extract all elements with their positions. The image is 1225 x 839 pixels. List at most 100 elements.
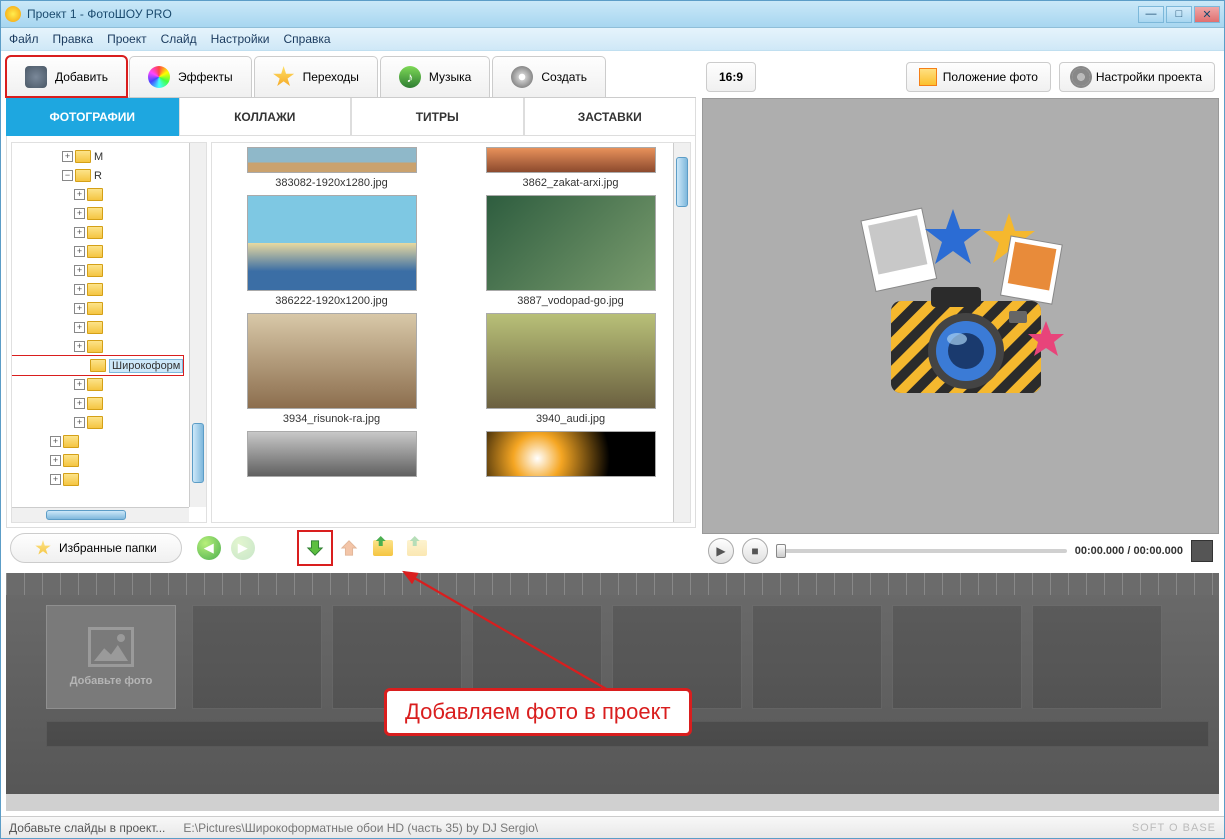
folder-down-icon <box>373 540 393 556</box>
folder-icon <box>63 454 79 467</box>
close-button[interactable]: ✕ <box>1194 6 1220 23</box>
tab-music-label: Музыка <box>429 70 471 84</box>
photo-position-button[interactable]: Положение фото <box>906 62 1051 92</box>
subtab-titles[interactable]: ТИТРЫ <box>351 98 524 136</box>
tree-expand-icon[interactable]: + <box>50 455 61 466</box>
folder-icon <box>90 359 106 372</box>
thumbnail-item[interactable]: 386222-1920x1200.jpg <box>216 195 447 307</box>
thumbnail-item[interactable] <box>216 431 447 477</box>
scrollbar-thumb[interactable] <box>192 423 204 483</box>
tree-expand-icon[interactable]: + <box>74 417 85 428</box>
app-logo <box>831 201 1091 431</box>
minimize-button[interactable]: — <box>1138 6 1164 23</box>
add-folder-button[interactable] <box>370 535 396 561</box>
timeline-empty-slot[interactable] <box>1032 605 1162 709</box>
photo-position-label: Положение фото <box>943 70 1038 84</box>
thumbnail-item[interactable]: 383082-1920x1280.jpg <box>216 147 447 189</box>
folder-up-icon <box>407 540 427 556</box>
aspect-ratio-button[interactable]: 16:9 <box>706 62 756 92</box>
scrollbar-thumb[interactable] <box>46 510 126 520</box>
thumbnail-image <box>247 313 417 409</box>
folder-icon <box>87 283 103 296</box>
folder-icon <box>87 264 103 277</box>
tab-effects[interactable]: Эффекты <box>129 56 252 97</box>
subtab-intros[interactable]: ЗАСТАВКИ <box>524 98 697 136</box>
tree-collapse-icon[interactable]: − <box>62 170 73 181</box>
tree-expand-icon[interactable]: + <box>74 227 85 238</box>
tree-expand-icon[interactable]: + <box>62 151 73 162</box>
tree-expand-icon[interactable]: + <box>74 398 85 409</box>
thumbnail-item[interactable]: 3934_risunok-ra.jpg <box>216 313 447 425</box>
tree-expand-icon[interactable]: + <box>74 341 85 352</box>
menu-file[interactable]: Файл <box>9 32 39 46</box>
timeline-scrollbar[interactable] <box>6 794 1219 811</box>
timeline-empty-slot[interactable] <box>192 605 322 709</box>
thumbnail-item[interactable]: 3862_zakat-arxi.jpg <box>455 147 686 189</box>
favorite-folders-label: Избранные папки <box>59 541 157 555</box>
remove-from-project-button[interactable] <box>336 535 362 561</box>
tree-selected-item[interactable]: Широкоформ <box>12 356 183 375</box>
menu-project[interactable]: Проект <box>107 32 147 46</box>
project-settings-button[interactable]: Настройки проекта <box>1059 62 1215 92</box>
camera-icon <box>25 66 47 88</box>
seek-slider[interactable] <box>776 549 1067 553</box>
tree-expand-icon[interactable]: + <box>74 265 85 276</box>
add-to-project-button[interactable] <box>302 535 328 561</box>
play-button[interactable]: ▶ <box>708 538 734 564</box>
tree-expand-icon[interactable]: + <box>50 436 61 447</box>
tab-transitions[interactable]: Переходы <box>254 56 378 97</box>
tree-expand-icon[interactable]: + <box>74 246 85 257</box>
tree-selected-label: Широкоформ <box>109 359 183 373</box>
slider-knob[interactable] <box>776 544 786 558</box>
thumbnail-image <box>486 313 656 409</box>
thumbnail-grid[interactable]: 383082-1920x1280.jpg 3862_zakat-arxi.jpg… <box>211 142 691 523</box>
tree-expand-icon[interactable]: + <box>50 474 61 485</box>
timeline-empty-slot[interactable] <box>752 605 882 709</box>
remove-folder-button[interactable] <box>404 535 430 561</box>
tree-expand-icon[interactable]: + <box>74 303 85 314</box>
star-icon <box>273 66 295 88</box>
stop-button[interactable]: ■ <box>742 538 768 564</box>
tree-vertical-scrollbar[interactable] <box>189 143 206 507</box>
folder-icon <box>87 340 103 353</box>
maximize-button[interactable]: □ <box>1166 6 1192 23</box>
photo-icon <box>919 68 937 86</box>
thumbnail-item[interactable] <box>455 431 686 477</box>
thumbnail-item[interactable]: 3940_audi.jpg <box>455 313 686 425</box>
folder-tree[interactable]: +M −R + + + + + + + + + Широкоформ <box>11 142 207 523</box>
tree-expand-icon[interactable]: + <box>74 284 85 295</box>
thumbs-vertical-scrollbar[interactable] <box>673 143 690 522</box>
thumbnail-label: 3934_risunok-ra.jpg <box>283 413 380 425</box>
nav-back-button[interactable]: ◀ <box>196 535 222 561</box>
scrollbar-thumb[interactable] <box>676 157 688 207</box>
subtab-photos[interactable]: ФОТОГРАФИИ <box>6 98 179 136</box>
fullscreen-button[interactable] <box>1191 540 1213 562</box>
tab-music[interactable]: Музыка <box>380 56 490 97</box>
folder-icon <box>87 321 103 334</box>
tree-expand-icon[interactable]: + <box>74 322 85 333</box>
timeline-add-slot[interactable]: Добавьте фото <box>46 605 176 709</box>
tree-expand-icon[interactable]: + <box>74 208 85 219</box>
tree-expand-icon[interactable]: + <box>74 379 85 390</box>
arrow-down-icon <box>306 539 324 557</box>
statusbar: Добавьте слайды в проект... E:\Pictures\… <box>1 816 1224 838</box>
tab-effects-label: Эффекты <box>178 70 233 84</box>
folder-icon <box>63 473 79 486</box>
titlebar: Проект 1 - ФотоШОУ PRO — □ ✕ <box>1 1 1224 28</box>
tree-expand-icon[interactable]: + <box>74 189 85 200</box>
tab-create[interactable]: Создать <box>492 56 606 97</box>
tab-add[interactable]: Добавить <box>6 56 127 97</box>
subtab-collages[interactable]: КОЛЛАЖИ <box>179 98 352 136</box>
menu-settings[interactable]: Настройки <box>211 32 270 46</box>
menu-slide[interactable]: Слайд <box>161 32 197 46</box>
thumbnail-label: 3940_audi.jpg <box>536 413 605 425</box>
timeline-empty-slot[interactable] <box>892 605 1022 709</box>
favorite-folders-button[interactable]: Избранные папки <box>10 533 182 563</box>
thumbnail-label: 3887_vodopad-go.jpg <box>517 295 623 307</box>
menu-help[interactable]: Справка <box>283 32 330 46</box>
thumbnail-item[interactable]: 3887_vodopad-go.jpg <box>455 195 686 307</box>
menu-edit[interactable]: Правка <box>53 32 94 46</box>
folder-icon <box>75 169 91 182</box>
nav-forward-button[interactable]: ▶ <box>230 535 256 561</box>
tree-horizontal-scrollbar[interactable] <box>12 507 189 522</box>
